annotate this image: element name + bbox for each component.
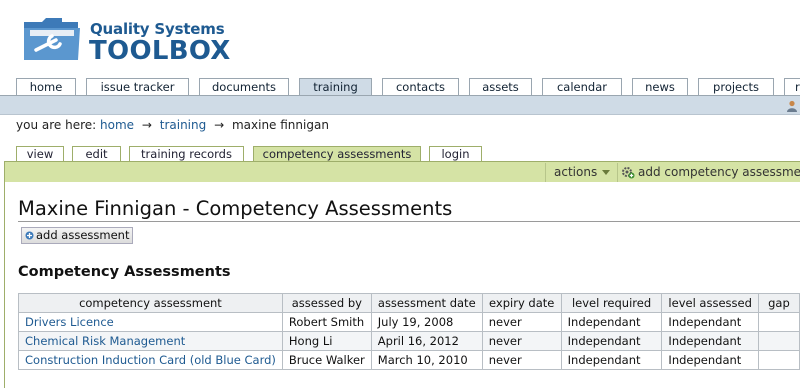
col-gap[interactable]: gap xyxy=(757,293,800,313)
tab-issue-tracker[interactable]: issue tracker xyxy=(86,78,189,96)
col-expiry-date[interactable]: expiry date xyxy=(481,293,562,313)
cell-competency-link[interactable]: Drivers Licence xyxy=(18,312,283,332)
content-panel: Maxine Finnigan - Competency Assessments… xyxy=(4,181,800,388)
cell-level-assessed: Independant xyxy=(661,312,759,332)
table-row: Drivers Licence Robert Smith July 19, 20… xyxy=(18,312,800,332)
cell-expiry-date: never xyxy=(481,350,562,370)
breadcrumb-training[interactable]: training xyxy=(160,118,207,132)
plus-icon xyxy=(25,231,34,240)
tab-home[interactable]: home xyxy=(16,78,76,96)
breadcrumb-separator: → xyxy=(141,118,152,132)
tab-documents[interactable]: documents xyxy=(199,78,289,96)
app-logo[interactable]: Quality Systems TOOLBOX xyxy=(22,6,232,68)
cell-level-assessed: Independant xyxy=(661,331,759,351)
tab-training-records[interactable]: training records xyxy=(129,146,244,162)
cell-expiry-date: never xyxy=(481,312,562,332)
col-assessment-date[interactable]: assessment date xyxy=(370,293,483,313)
title-divider xyxy=(18,221,800,222)
page-title: Maxine Finnigan - Competency Assessments xyxy=(18,197,453,220)
main-nav-bar xyxy=(0,95,800,115)
cell-level-required: Independant xyxy=(560,350,663,370)
col-level-assessed[interactable]: level assessed xyxy=(661,293,759,313)
cell-gap xyxy=(757,312,800,332)
breadcrumb-home[interactable]: home xyxy=(100,118,134,132)
add-competency-label: add competency assessment xyxy=(638,165,800,179)
tab-login[interactable]: login xyxy=(429,146,482,162)
table-row: Chemical Risk Management Hong Li April 1… xyxy=(18,331,800,351)
actions-label: actions xyxy=(554,165,598,179)
col-level-required[interactable]: level required xyxy=(560,293,663,313)
tab-assets[interactable]: assets xyxy=(469,78,532,96)
tab-training[interactable]: training xyxy=(299,78,372,96)
breadcrumb-separator: → xyxy=(214,118,225,132)
breadcrumb-current: maxine finnigan xyxy=(231,118,329,132)
cell-level-required: Independant xyxy=(560,312,663,332)
col-assessed-by[interactable]: assessed by xyxy=(281,293,372,313)
cell-gap xyxy=(757,350,800,370)
tab-contacts[interactable]: contacts xyxy=(382,78,459,96)
competency-table: competency assessment assessed by assess… xyxy=(18,293,800,370)
caret-down-icon xyxy=(602,170,610,175)
add-assessment-label: add assessment xyxy=(36,228,130,242)
logo-line-2: TOOLBOX xyxy=(89,36,231,66)
cell-assessed-by: Bruce Walker xyxy=(281,350,372,370)
tab-news[interactable]: news xyxy=(632,78,688,96)
tab-view[interactable]: view xyxy=(16,146,64,162)
cell-assessment-date: March 10, 2010 xyxy=(370,350,483,370)
tab-projects[interactable]: projects xyxy=(698,78,774,96)
tab-competency-assessments[interactable]: competency assessments xyxy=(253,146,421,162)
gear-add-icon xyxy=(622,167,635,179)
sub-nav: view edit training records competency as… xyxy=(0,146,800,162)
tab-calendar[interactable]: calendar xyxy=(542,78,622,96)
breadcrumb-prefix: you are here: xyxy=(16,118,97,132)
cell-gap xyxy=(757,331,800,351)
add-competency-assessment-button[interactable]: add competency assessment xyxy=(617,163,800,182)
cell-assessment-date: April 16, 2012 xyxy=(370,331,483,351)
table-header-row: competency assessment assessed by assess… xyxy=(18,293,800,313)
user-icon[interactable] xyxy=(786,100,798,112)
table-row: Construction Induction Card (old Blue Ca… xyxy=(18,350,800,370)
cell-assessed-by: Hong Li xyxy=(281,331,372,351)
cell-expiry-date: never xyxy=(481,331,562,351)
folder-wrench-logo-icon xyxy=(24,18,80,60)
cell-assessed-by: Robert Smith xyxy=(281,312,372,332)
action-bar: actions add competency assessment xyxy=(4,161,800,182)
cell-competency-link[interactable]: Chemical Risk Management xyxy=(18,331,283,351)
cell-level-required: Independant xyxy=(560,331,663,351)
add-assessment-button[interactable]: add assessment xyxy=(21,227,134,244)
breadcrumb: you are here: home → training → maxine f… xyxy=(16,118,329,132)
main-nav: home issue tracker documents training co… xyxy=(0,78,800,96)
col-competency-assessment[interactable]: competency assessment xyxy=(18,293,283,313)
actions-dropdown[interactable]: actions xyxy=(545,163,615,182)
tab-edit[interactable]: edit xyxy=(72,146,121,162)
cell-assessment-date: July 19, 2008 xyxy=(370,312,483,332)
tab-reports[interactable]: r xyxy=(784,78,800,96)
cell-level-assessed: Independant xyxy=(661,350,759,370)
section-title: Competency Assessments xyxy=(18,264,231,280)
cell-competency-link[interactable]: Construction Induction Card (old Blue Ca… xyxy=(18,350,283,370)
